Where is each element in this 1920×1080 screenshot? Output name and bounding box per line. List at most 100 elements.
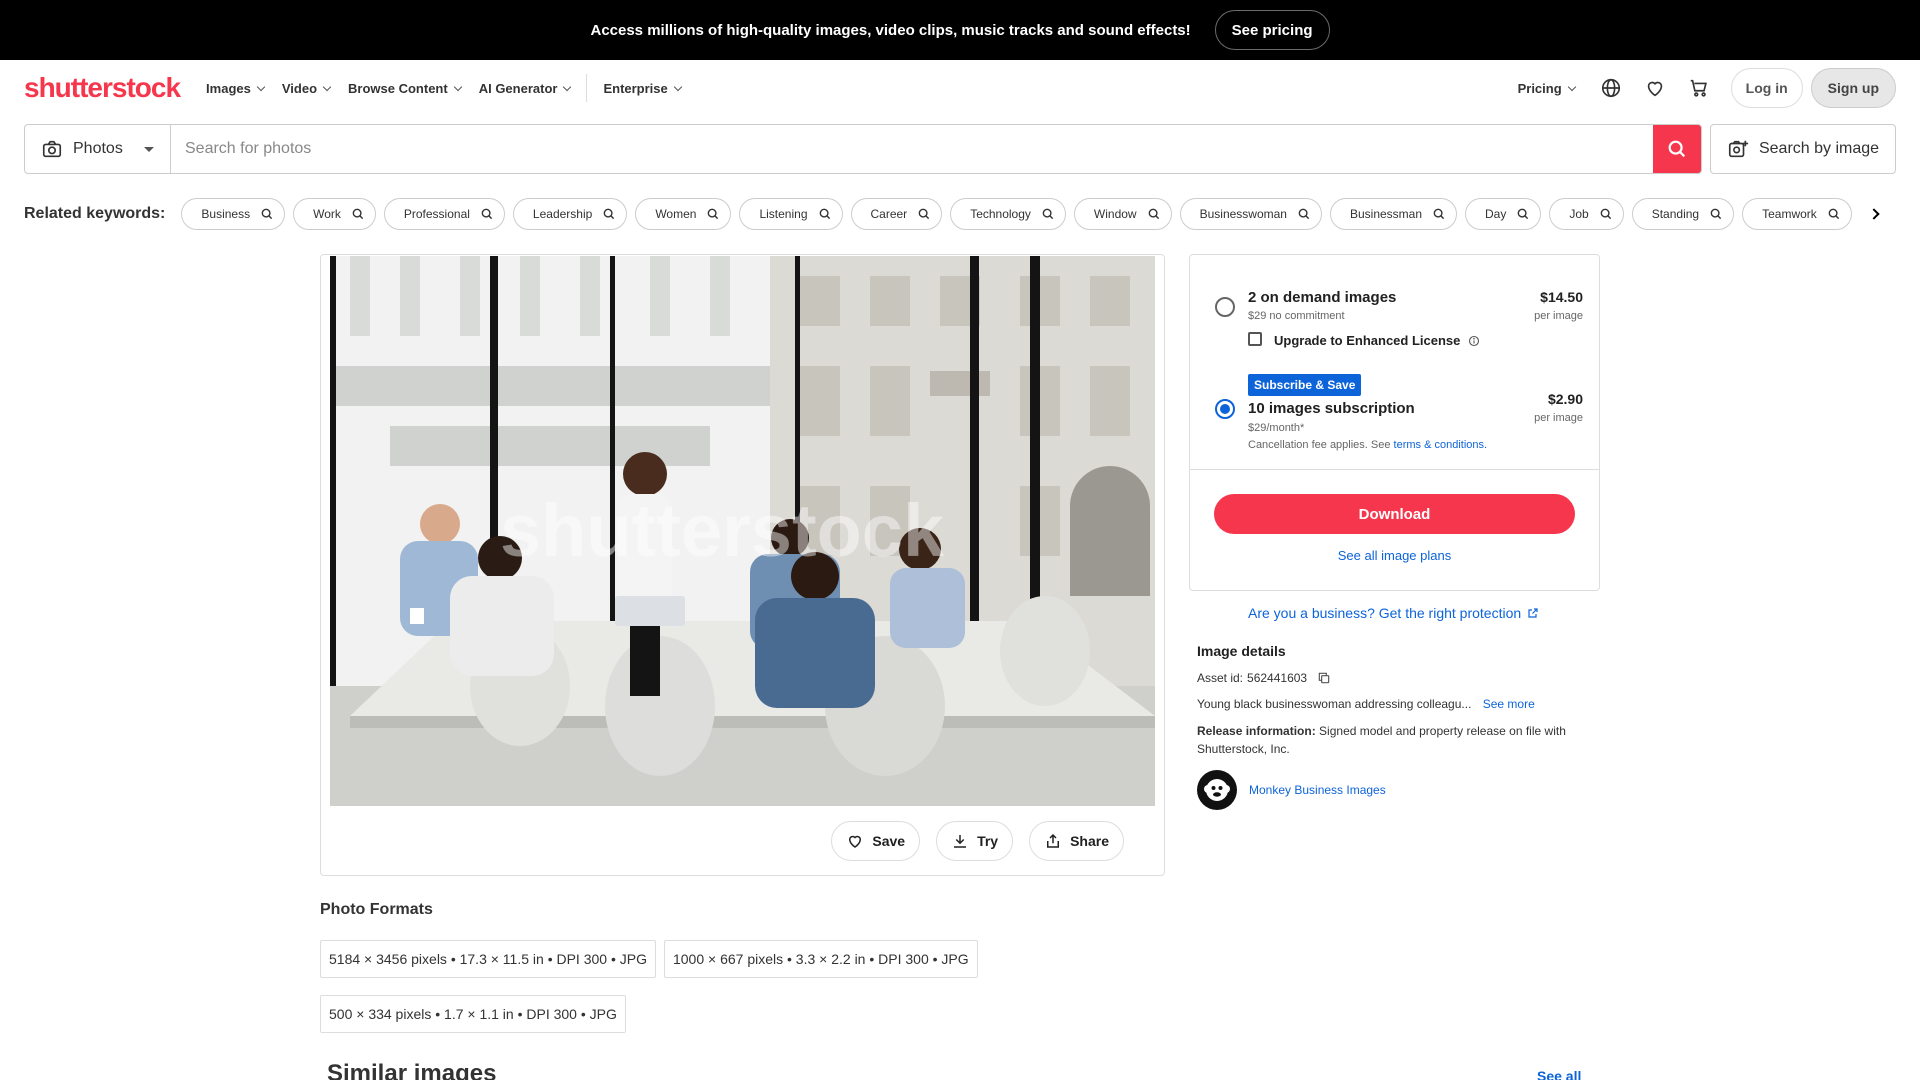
keyword-label: Business bbox=[201, 207, 251, 221]
business-link-text: Are you a business? Get the right protec… bbox=[1248, 605, 1522, 621]
cart-icon[interactable] bbox=[1687, 76, 1711, 100]
keyword-label: Professional bbox=[403, 207, 470, 221]
nav-enterprise[interactable]: Enterprise bbox=[603, 81, 683, 96]
nav-pricing[interactable]: Pricing bbox=[1517, 80, 1576, 96]
keyword-chip[interactable]: Listening bbox=[739, 198, 843, 230]
keyword-label: Businessman bbox=[1349, 207, 1423, 221]
keyword-chip[interactable]: Businesswoman bbox=[1179, 198, 1322, 230]
photo-formats-list: 5184 × 3456 pixels • 17.3 × 11.5 in • DP… bbox=[320, 940, 1020, 1033]
contributor-avatar[interactable] bbox=[1197, 770, 1237, 810]
image-actions: Save Try Share bbox=[831, 821, 1124, 861]
cancellation-note: Cancellation fee applies. See terms & co… bbox=[1248, 439, 1487, 451]
nav-label: Video bbox=[281, 80, 318, 96]
keyword-chip[interactable]: Business bbox=[181, 198, 286, 230]
nav-video[interactable]: Video bbox=[281, 80, 332, 96]
keyword-chip[interactable]: Teamwork bbox=[1742, 198, 1852, 230]
signup-button[interactable]: Sign up bbox=[1810, 68, 1896, 108]
keyword-label: Work bbox=[313, 207, 341, 221]
nav-label: Images bbox=[206, 80, 251, 96]
download-button[interactable]: Download bbox=[1214, 494, 1575, 534]
terms-link[interactable]: terms & conditions. bbox=[1394, 439, 1488, 451]
keyword-chip[interactable]: Standing bbox=[1631, 198, 1735, 230]
see-more-link[interactable]: See more bbox=[1483, 697, 1535, 711]
image-description: Young black businesswoman addressing col… bbox=[1197, 697, 1472, 711]
related-keywords: Related keywords: Business Work Profession… bbox=[24, 198, 1896, 230]
monkey-icon bbox=[1204, 779, 1230, 801]
save-label: Save bbox=[872, 833, 906, 849]
format-option[interactable]: 1000 × 667 pixels • 3.3 × 2.2 in • DPI 3… bbox=[663, 940, 978, 978]
see-pricing-button[interactable]: See pricing bbox=[1214, 10, 1330, 50]
chevron-right-icon bbox=[1868, 208, 1880, 220]
asset-id-row: Asset id: 562441603 bbox=[1197, 671, 1597, 685]
search-icon bbox=[1517, 208, 1529, 220]
nav-browse-content[interactable]: Browse Content bbox=[348, 81, 462, 96]
download-icon bbox=[954, 835, 967, 848]
asset-id-label: Asset id: bbox=[1197, 671, 1244, 685]
keyword-chip[interactable]: Job bbox=[1549, 198, 1624, 230]
keyword-chip[interactable]: Window bbox=[1073, 198, 1172, 230]
media-type-select[interactable]: Photos bbox=[25, 125, 171, 173]
image-details-title: Image details bbox=[1197, 643, 1286, 659]
format-option[interactable]: 500 × 334 pixels • 1.7 × 1.1 in • DPI 30… bbox=[320, 995, 626, 1033]
nav-label: Pricing bbox=[1517, 80, 1562, 96]
subscription-radio[interactable] bbox=[1215, 399, 1235, 419]
search-by-image-button[interactable]: Search by image bbox=[1710, 124, 1896, 174]
share-button[interactable]: Share bbox=[1029, 821, 1124, 861]
enhanced-license-text: Upgrade to Enhanced License bbox=[1274, 333, 1461, 348]
keyword-label: Leadership bbox=[532, 207, 593, 221]
stock-photo[interactable]: shutterstock bbox=[330, 256, 1155, 806]
try-label: Try bbox=[977, 833, 999, 849]
format-option[interactable]: 5184 × 3456 pixels • 17.3 × 11.5 in • DP… bbox=[320, 940, 656, 978]
nav-ai-generator[interactable]: AI Generator bbox=[479, 81, 572, 96]
search-icon bbox=[1710, 208, 1722, 220]
try-button[interactable]: Try bbox=[936, 821, 1014, 861]
nav-images[interactable]: Images bbox=[206, 80, 266, 96]
see-all-link[interactable]: See all bbox=[1537, 1068, 1581, 1080]
search-icon bbox=[1298, 208, 1310, 220]
business-protection-link[interactable]: Are you a business? Get the right protec… bbox=[1248, 605, 1539, 621]
subscribe-save-badge: Subscribe & Save bbox=[1248, 374, 1362, 396]
dropdown-arrow-icon bbox=[144, 146, 154, 152]
keyword-chip[interactable]: Businessman bbox=[1329, 198, 1458, 230]
info-icon[interactable] bbox=[1468, 335, 1480, 347]
keyword-chip[interactable]: Professional bbox=[383, 198, 505, 230]
chevron-down-icon bbox=[563, 82, 572, 91]
chevron-down-icon bbox=[673, 82, 683, 91]
logo-text: shutterstock bbox=[24, 72, 181, 103]
login-button[interactable]: Log in bbox=[1730, 68, 1803, 108]
chevron-down-icon bbox=[453, 82, 462, 91]
keyword-label: Businesswoman bbox=[1199, 207, 1287, 221]
search-icon bbox=[1148, 208, 1159, 220]
keyword-chip[interactable]: Day bbox=[1465, 198, 1542, 230]
keyword-chip[interactable]: Women bbox=[635, 198, 732, 230]
external-link-icon bbox=[1528, 608, 1538, 618]
photo-illustration: shutterstock bbox=[330, 256, 1155, 806]
on-demand-sub: $29 no commitment bbox=[1248, 310, 1345, 322]
search-icon bbox=[1828, 208, 1839, 220]
keyword-list: Business Work Professional Leadership Women L… bbox=[181, 198, 1852, 230]
search-icon bbox=[708, 208, 719, 220]
see-all-plans-link[interactable]: See all image plans bbox=[1190, 548, 1599, 563]
shutterstock-logo[interactable]: shutterstock bbox=[24, 72, 181, 104]
on-demand-radio[interactable] bbox=[1215, 297, 1235, 317]
search-icon bbox=[819, 208, 830, 220]
globe-icon[interactable] bbox=[1599, 76, 1623, 100]
contributor: Monkey Business Images bbox=[1197, 770, 1597, 810]
keywords-next-button[interactable] bbox=[1862, 198, 1886, 230]
copy-icon[interactable] bbox=[1317, 671, 1331, 685]
keyword-chip[interactable]: Career bbox=[850, 198, 943, 230]
contributor-link[interactable]: Monkey Business Images bbox=[1249, 783, 1386, 797]
keyword-label: Job bbox=[1569, 207, 1589, 221]
search-by-image-label: Search by image bbox=[1758, 140, 1880, 157]
keyword-chip[interactable]: Technology bbox=[950, 198, 1066, 230]
search-icon bbox=[481, 208, 493, 220]
enhanced-license-checkbox[interactable] bbox=[1248, 332, 1262, 346]
keyword-chip[interactable]: Leadership bbox=[512, 198, 628, 230]
heart-icon[interactable] bbox=[1643, 76, 1667, 100]
search-input[interactable] bbox=[171, 125, 1653, 173]
keyword-chip[interactable]: Work bbox=[293, 198, 376, 230]
keyword-label: Window bbox=[1093, 207, 1137, 221]
save-button[interactable]: Save bbox=[831, 821, 921, 861]
release-label: Release information: bbox=[1197, 724, 1316, 738]
search-button[interactable] bbox=[1653, 125, 1701, 173]
